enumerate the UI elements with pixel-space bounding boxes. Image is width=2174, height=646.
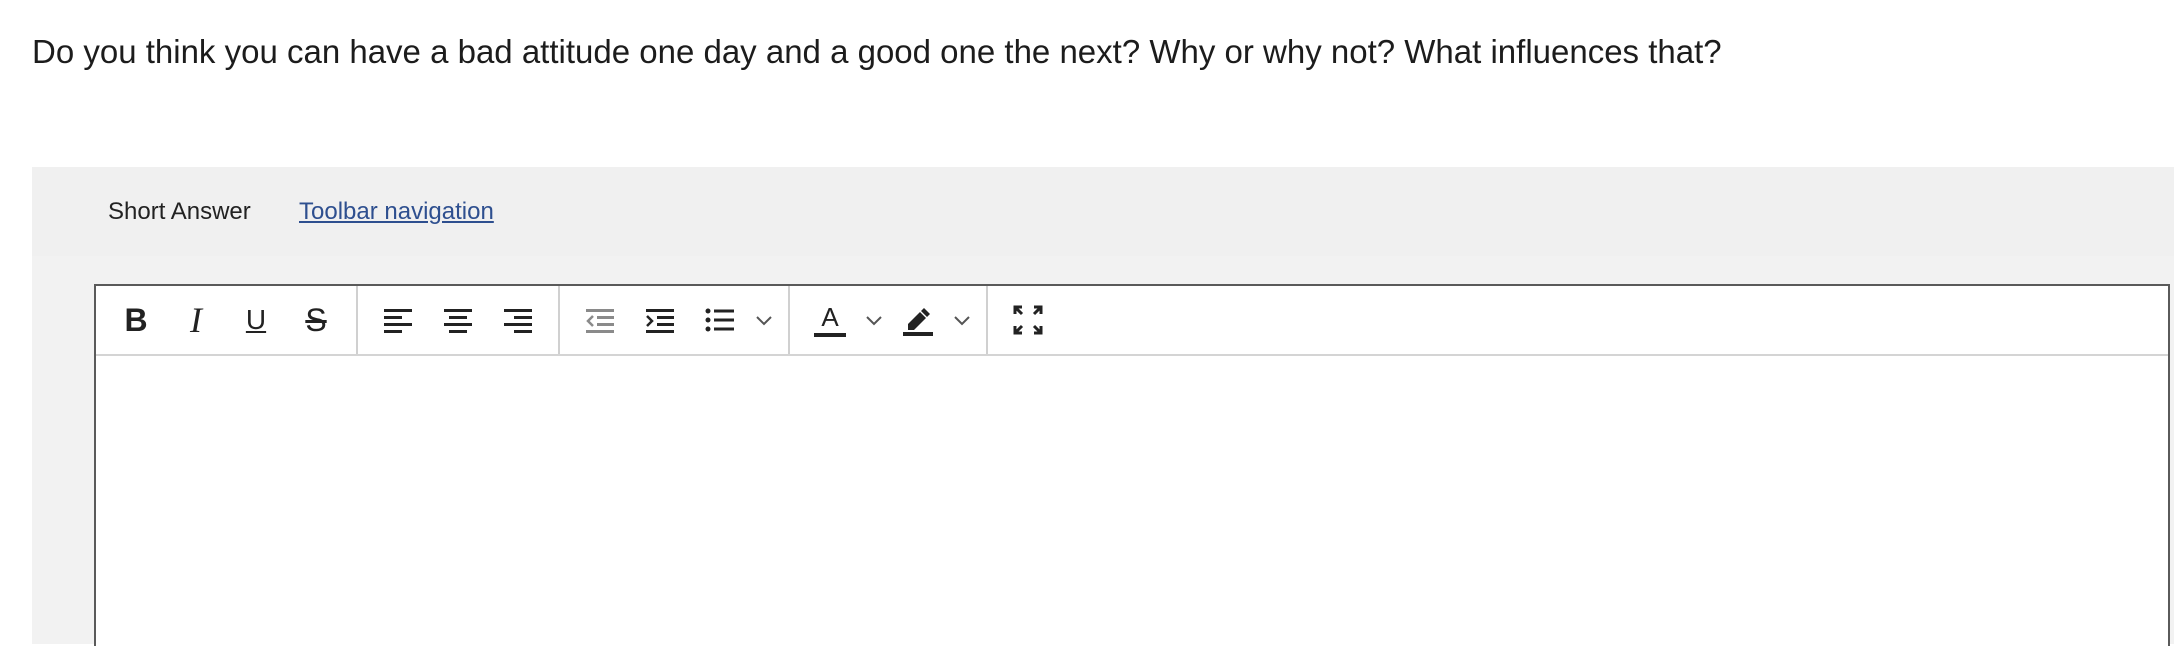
question-text: Do you think you can have a bad attitude… [32,33,1722,70]
indent-icon [646,309,674,333]
align-center-button[interactable] [428,292,488,348]
chevron-down-icon [866,316,882,326]
text-color-swatch [814,332,846,337]
answer-header: Short Answer Toolbar navigation [32,167,2174,256]
bold-button[interactable]: B [106,292,166,348]
bulleted-list-icon [705,308,734,332]
alignment-group [358,286,560,354]
text-color-button[interactable]: A [800,292,888,348]
text-color-icon: A [821,301,839,332]
align-right-button[interactable] [488,292,548,348]
outdent-button[interactable] [570,292,630,348]
answer-panel: Short Answer Toolbar navigation B I U S [32,167,2174,646]
align-left-button[interactable] [368,292,428,348]
answer-type-label: Short Answer [108,198,251,225]
chevron-down-icon [756,316,772,326]
fullscreen-button[interactable] [998,292,1058,348]
highlight-color-main [888,292,948,348]
bold-icon: B [124,302,148,338]
chevron-down-icon [954,316,970,326]
indent-list-group [560,286,790,354]
list-options-dropdown[interactable] [750,292,778,348]
view-group [988,286,1068,354]
highlight-color-dropdown[interactable] [948,292,976,348]
bulleted-list-button[interactable] [690,292,778,348]
rich-text-editor: B I U S A [94,284,2170,646]
indent-button[interactable] [630,292,690,348]
color-group: A [790,286,988,354]
highlight-icon [903,308,933,336]
underline-button[interactable]: U [226,292,286,348]
bulleted-list-main [690,292,750,348]
text-style-group: B I U S [96,286,358,354]
align-left-icon [384,309,412,333]
italic-icon: I [190,300,202,340]
answer-text-area[interactable] [96,356,2168,646]
editor-toolbar: B I U S A [96,286,2168,356]
toolbar-navigation-link[interactable]: Toolbar navigation [299,197,494,227]
text-color-main: A [800,292,860,348]
strikethrough-button[interactable]: S [286,292,346,348]
underline-icon: U [245,304,267,335]
highlight-color-button[interactable] [888,292,976,348]
outdent-icon [586,309,614,333]
text-color-dropdown[interactable] [860,292,888,348]
italic-button[interactable]: I [166,292,226,348]
fullscreen-icon [1013,305,1043,335]
align-right-icon [504,309,532,333]
strikethrough-icon: S [305,302,327,338]
align-center-icon [444,309,472,333]
